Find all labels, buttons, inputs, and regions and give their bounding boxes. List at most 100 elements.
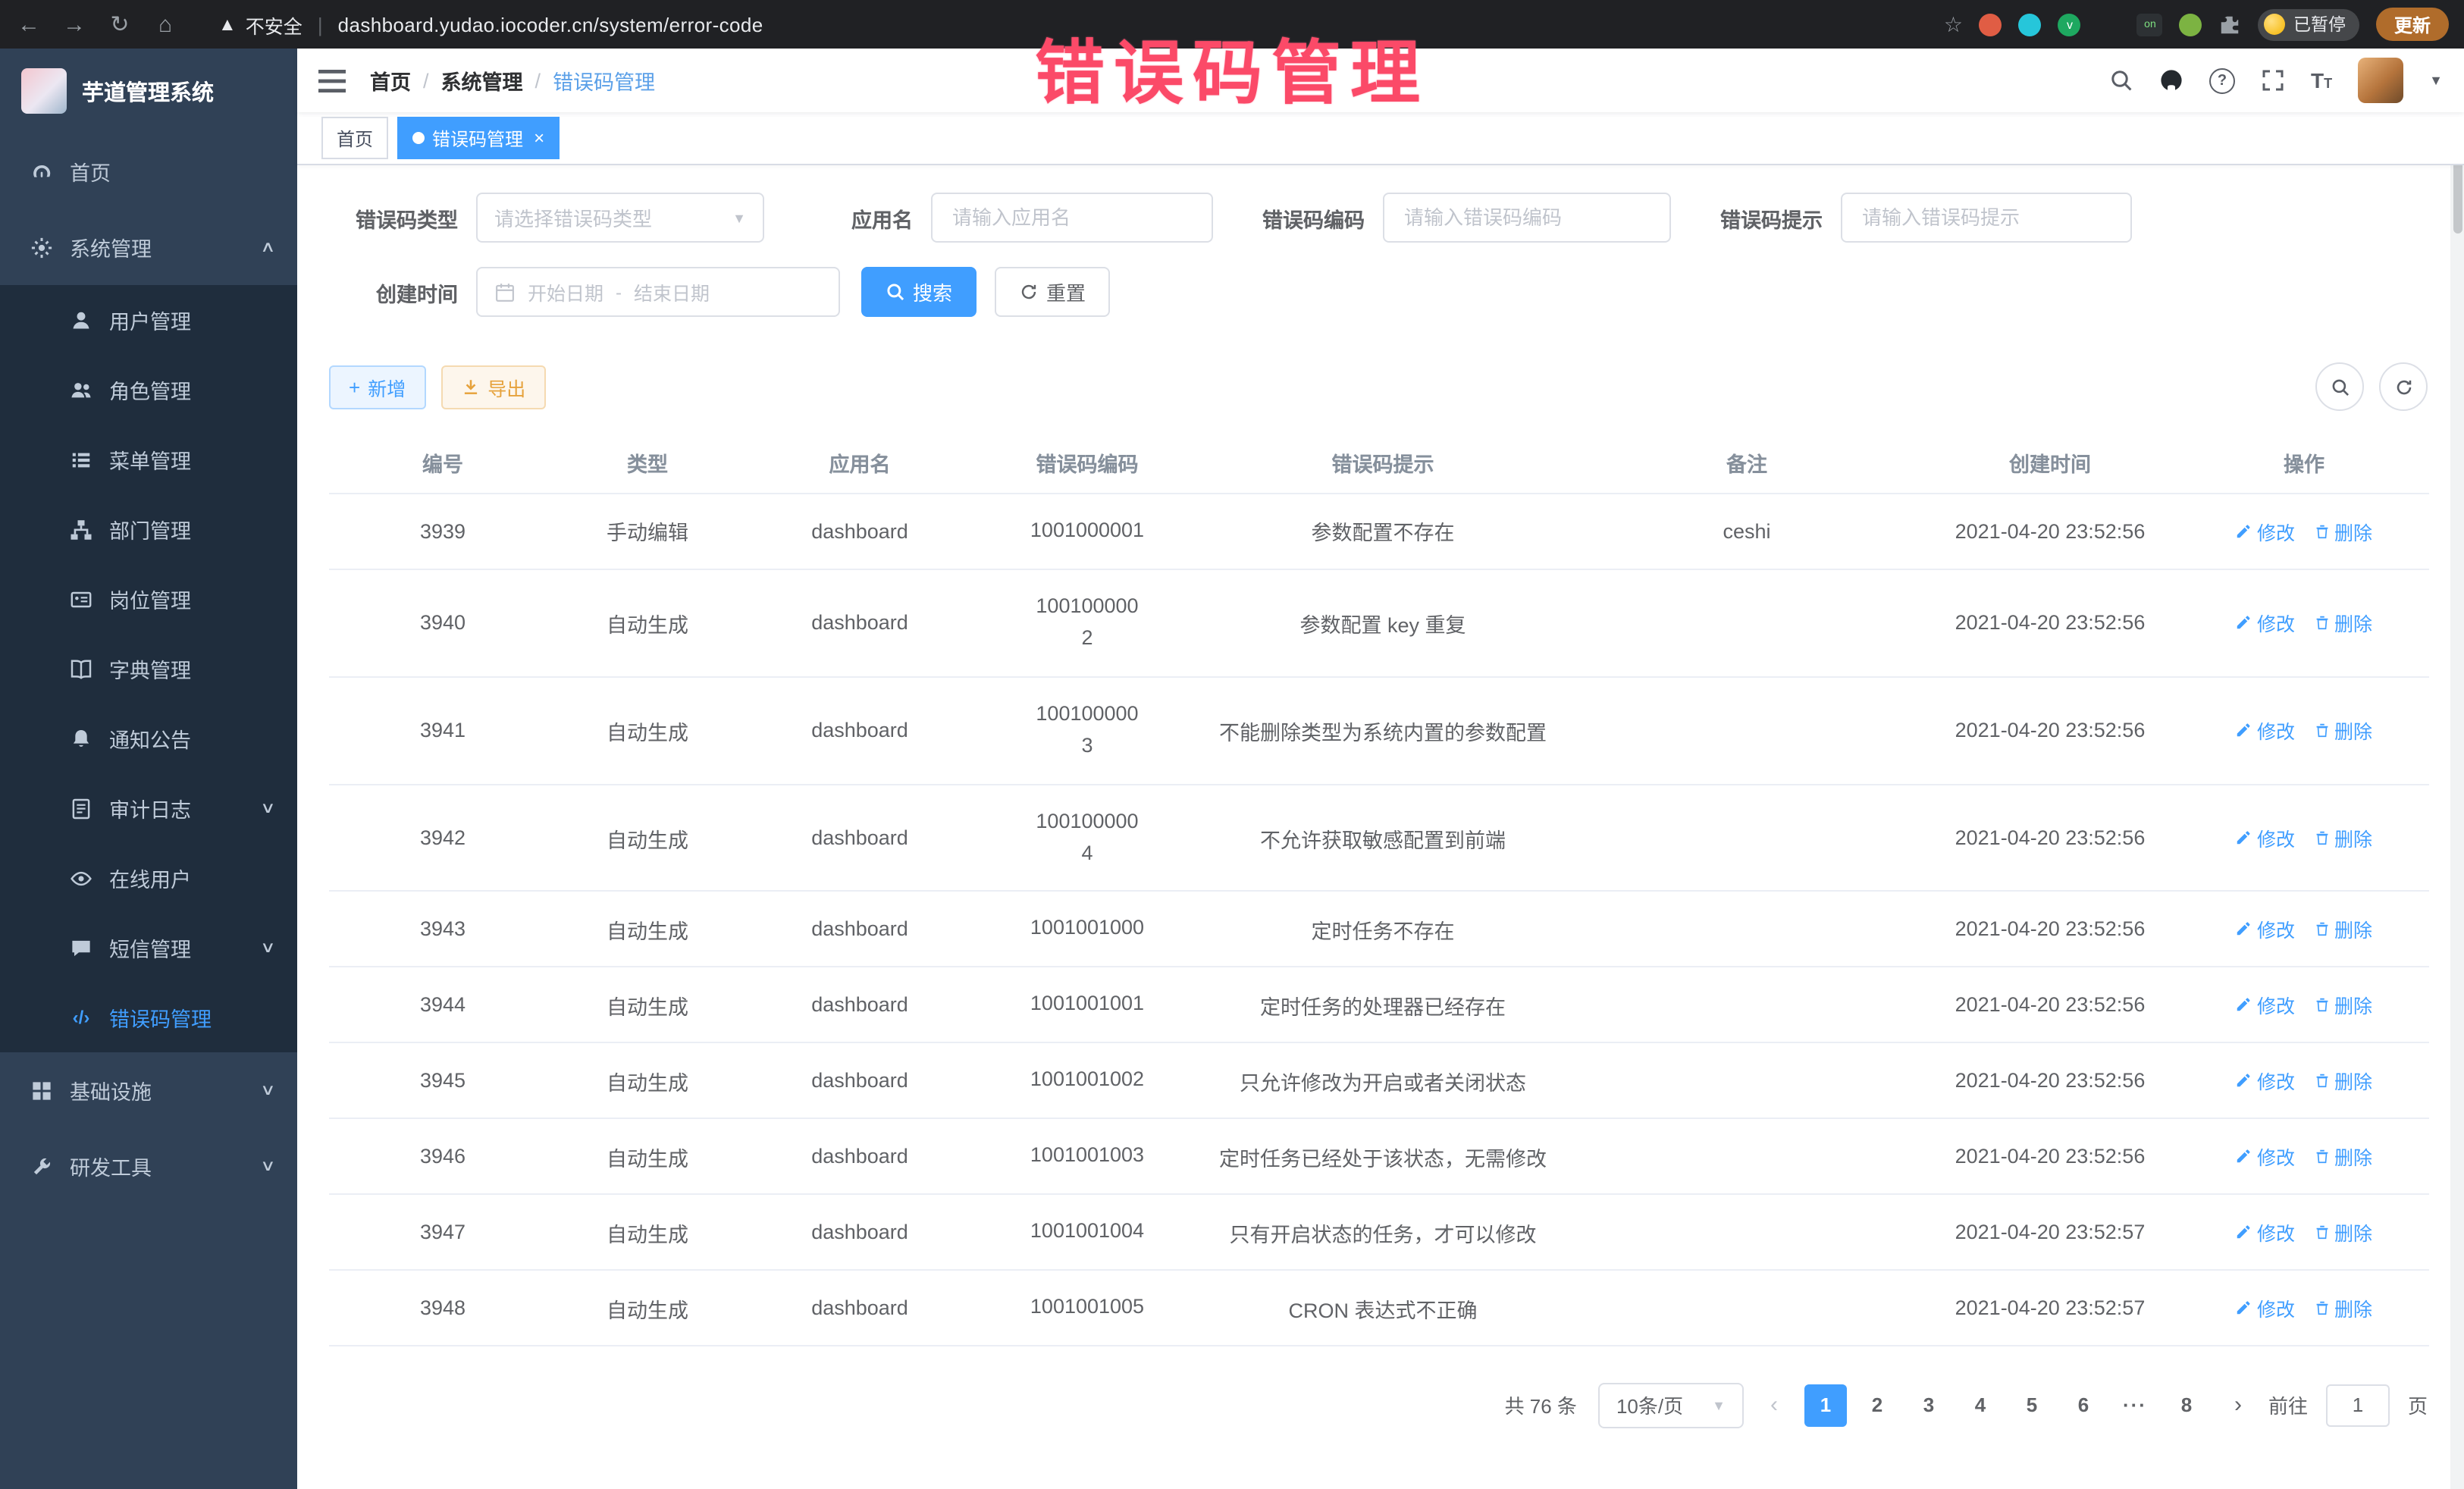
delete-link[interactable]: 删除 xyxy=(2313,517,2372,546)
delete-link-label: 删除 xyxy=(2334,823,2372,852)
font-size-icon[interactable]: TT xyxy=(2311,68,2332,92)
sidebar-item[interactable]: 在线用户 xyxy=(0,843,297,913)
sidebar-item[interactable]: 部门管理 xyxy=(0,494,297,564)
sidebar-item[interactable]: 审计日志∨ xyxy=(0,773,297,843)
prev-page-button[interactable]: ‹ xyxy=(1753,1384,1795,1427)
delete-link[interactable]: 删除 xyxy=(2313,609,2372,638)
error-msg-field[interactable] xyxy=(1841,193,2132,243)
delete-link[interactable]: 删除 xyxy=(2313,991,2372,1020)
page-button[interactable]: 3 xyxy=(1908,1384,1950,1427)
delete-link-label: 删除 xyxy=(2334,609,2372,638)
edit-link[interactable]: 修改 xyxy=(2236,1067,2295,1096)
page-button[interactable]: 6 xyxy=(2062,1384,2105,1427)
create-time-range-picker[interactable]: 开始日期 - 结束日期 xyxy=(476,267,840,317)
extension-icon[interactable]: v xyxy=(2058,13,2081,36)
delete-link[interactable]: 删除 xyxy=(2313,1293,2372,1322)
edit-link[interactable]: 修改 xyxy=(2236,915,2295,944)
forward-icon[interactable]: → xyxy=(61,11,88,37)
help-icon[interactable]: ? xyxy=(2209,67,2235,93)
profile-avatar xyxy=(2265,14,2286,35)
sidebar-item[interactable]: 研发工具∨ xyxy=(0,1128,297,1204)
sidebar-item[interactable]: 菜单管理 xyxy=(0,425,297,494)
page-size-select[interactable]: 10条/页 ▼ xyxy=(1598,1383,1744,1428)
sidebar-item[interactable]: 系统管理∧ xyxy=(0,209,297,285)
extension-icon[interactable]: on xyxy=(2137,13,2163,36)
edit-link[interactable]: 修改 xyxy=(2236,609,2295,638)
cell-time: 2021-04-20 23:52:56 xyxy=(1921,569,2179,677)
extension-icon[interactable] xyxy=(2019,13,2042,36)
app-name-input[interactable] xyxy=(949,205,1195,230)
error-code-input[interactable] xyxy=(1401,205,1653,230)
bookmark-star-icon[interactable]: ☆ xyxy=(1944,11,1963,37)
error-code-field[interactable] xyxy=(1383,193,1671,243)
tag-home[interactable]: 首页 xyxy=(321,117,388,159)
page-button[interactable]: 2 xyxy=(1856,1384,1898,1427)
edit-link[interactable]: 修改 xyxy=(2236,1293,2295,1322)
delete-link[interactable]: 删除 xyxy=(2313,915,2372,944)
reset-button[interactable]: 重置 xyxy=(995,267,1110,317)
sidebar-item[interactable]: 用户管理 xyxy=(0,285,297,355)
breadcrumb-item[interactable]: 首页 xyxy=(370,65,411,96)
goto-page-input[interactable] xyxy=(2326,1384,2390,1427)
delete-link[interactable]: 删除 xyxy=(2313,823,2372,852)
edit-link[interactable]: 修改 xyxy=(2236,823,2295,852)
add-button[interactable]: + 新增 xyxy=(329,365,425,409)
user-avatar[interactable] xyxy=(2358,58,2403,103)
reload-icon[interactable]: ↻ xyxy=(106,11,133,38)
trash-icon xyxy=(2313,1299,2330,1316)
sidebar-item[interactable]: 岗位管理 xyxy=(0,564,297,634)
delete-link[interactable]: 删除 xyxy=(2313,1067,2372,1096)
edit-link[interactable]: 修改 xyxy=(2236,716,2295,744)
sidebar-item-label: 岗位管理 xyxy=(109,584,191,614)
edit-link[interactable]: 修改 xyxy=(2236,991,2295,1020)
chevron-down-icon[interactable]: ▼ xyxy=(2429,73,2443,88)
edit-link[interactable]: 修改 xyxy=(2236,517,2295,546)
sidebar-item[interactable]: 基础设施∨ xyxy=(0,1052,297,1128)
error-msg-input[interactable] xyxy=(1859,205,2114,230)
fullscreen-icon[interactable] xyxy=(2261,68,2285,92)
page-ellipsis[interactable]: ··· xyxy=(2114,1384,2156,1427)
breadcrumb: 首页 / 系统管理 / 错误码管理 xyxy=(370,65,655,96)
extensions-puzzle-icon[interactable] xyxy=(2219,13,2242,36)
github-icon[interactable] xyxy=(2159,68,2183,92)
sidebar-toggle-icon[interactable] xyxy=(318,69,346,92)
search-icon[interactable] xyxy=(2109,68,2133,92)
app-logo[interactable]: 芋道管理系统 xyxy=(0,49,297,133)
breadcrumb-item[interactable]: 系统管理 xyxy=(441,65,523,96)
browser-update-button[interactable]: 更新 xyxy=(2376,8,2449,41)
delete-link[interactable]: 删除 xyxy=(2313,1142,2372,1171)
sidebar-item[interactable]: 通知公告 xyxy=(0,704,297,773)
extension-icon[interactable] xyxy=(2098,13,2121,36)
delete-link[interactable]: 删除 xyxy=(2313,1218,2372,1246)
error-type-select[interactable]: 请选择错误码类型 ▼ xyxy=(476,193,764,243)
page-button[interactable]: 4 xyxy=(1959,1384,2002,1427)
sidebar-item[interactable]: 角色管理 xyxy=(0,355,297,425)
back-icon[interactable]: ← xyxy=(15,11,42,37)
tag-error-code[interactable]: 错误码管理 × xyxy=(397,117,560,159)
search-button[interactable]: 搜索 xyxy=(861,267,977,317)
edit-link[interactable]: 修改 xyxy=(2236,1218,2295,1246)
delete-link[interactable]: 删除 xyxy=(2313,716,2372,744)
tag-close-icon[interactable]: × xyxy=(534,127,544,149)
edit-link[interactable]: 修改 xyxy=(2236,1142,2295,1171)
sidebar-item[interactable]: 首页 xyxy=(0,133,297,209)
sidebar-item[interactable]: 短信管理∨ xyxy=(0,913,297,983)
refresh-table-button[interactable] xyxy=(2379,362,2428,411)
export-button[interactable]: 导出 xyxy=(440,365,545,409)
sidebar-item[interactable]: 字典管理 xyxy=(0,634,297,704)
site-security[interactable]: ▲ 不安全 | dashboard.yudao.iocoder.cn/syste… xyxy=(218,10,763,39)
page-button[interactable]: 8 xyxy=(2165,1384,2208,1427)
browser-scrollbar[interactable] xyxy=(2450,49,2464,1489)
page-button[interactable]: 1 xyxy=(1804,1384,1847,1427)
profile-paused-badge[interactable]: 已暂停 xyxy=(2259,8,2359,40)
app-name-field[interactable] xyxy=(931,193,1213,243)
home-icon[interactable]: ⌂ xyxy=(152,11,179,37)
next-page-button[interactable]: › xyxy=(2217,1384,2259,1427)
sidebar-item[interactable]: ‹/›错误码管理 xyxy=(0,983,297,1052)
address-bar-url[interactable]: dashboard.yudao.iocoder.cn/system/error-… xyxy=(338,13,763,36)
error-code-table: 编号类型应用名错误码编码错误码提示备注创建时间操作 3939手动编辑dashbo… xyxy=(329,432,2429,1346)
page-button[interactable]: 5 xyxy=(2011,1384,2053,1427)
extension-icon[interactable] xyxy=(2180,13,2202,36)
extension-icon[interactable] xyxy=(1980,13,2002,36)
hide-search-button[interactable] xyxy=(2315,362,2364,411)
